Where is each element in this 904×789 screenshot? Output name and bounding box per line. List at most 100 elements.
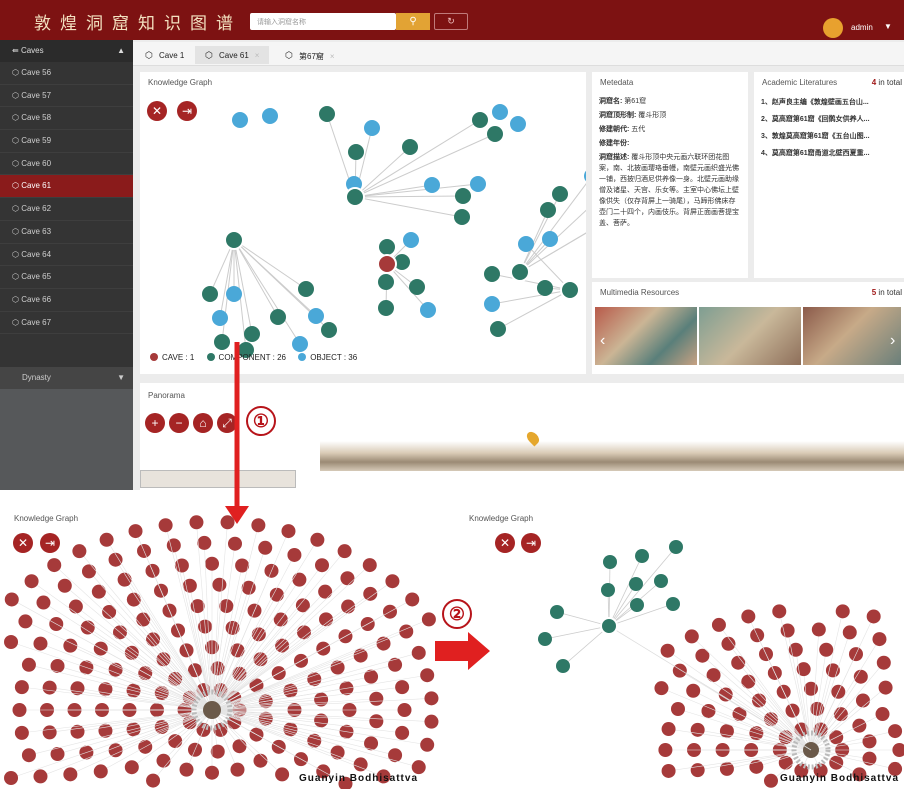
literature-link[interactable]: 1、赵声良主编《敦煌壁画五台山... [754,90,904,107]
graph-node[interactable] [128,524,143,539]
avatar[interactable] [823,18,843,38]
graph-node[interactable] [749,759,764,774]
graph-node[interactable] [455,188,471,204]
graph-node[interactable] [601,583,615,597]
graph-node[interactable] [321,322,337,338]
graph-node[interactable] [378,300,394,316]
graph-node[interactable] [270,309,286,325]
graph-node[interactable] [411,645,426,660]
graph-node[interactable] [33,636,48,651]
graph-node[interactable] [189,515,204,530]
graph-node[interactable] [542,231,558,247]
graph-node[interactable] [91,584,106,599]
graph-node[interactable] [93,764,108,779]
graph-node[interactable] [362,558,377,573]
graph-node[interactable] [420,737,435,752]
graph-node[interactable] [298,281,314,297]
graph-node[interactable] [395,725,410,740]
home-icon[interactable]: ⌂ [193,413,213,433]
graph-node[interactable] [330,745,345,760]
graph-node[interactable] [330,660,345,675]
graph-node[interactable] [14,680,29,695]
graph-node[interactable] [226,286,242,302]
graph-node[interactable] [364,120,380,136]
graph-node[interactable] [258,540,273,555]
sidebar-item-cave[interactable]: ⬡ Cave 64 [0,244,133,267]
search-input[interactable]: 请输入洞窟名称 [250,13,396,30]
graph-node[interactable] [424,177,440,193]
graph-node[interactable] [654,574,668,588]
graph-node[interactable] [379,239,395,255]
graph-node[interactable] [81,564,96,579]
graph-node[interactable] [403,232,419,248]
graph-node[interactable] [117,572,132,587]
graph-node[interactable] [319,106,335,122]
literature-link[interactable]: 3、敦煌莫高窟第61窟《五台山图... [754,124,904,141]
graph-node[interactable] [36,595,51,610]
graph-node[interactable] [385,574,400,589]
graph-node[interactable] [158,518,173,533]
graph-node[interactable] [210,744,225,759]
graph-node[interactable] [518,236,534,252]
graph-node[interactable] [409,279,425,295]
graph-node[interactable] [14,725,29,740]
graph-node[interactable] [281,524,296,539]
graph-node[interactable] [388,657,403,672]
graph-node[interactable] [711,617,726,632]
graph-node[interactable] [63,638,78,653]
sidebar-item-cave[interactable]: ⬡ Cave 58 [0,107,133,131]
center-node[interactable] [203,701,221,719]
panorama-image[interactable] [320,441,904,471]
graph-node[interactable] [292,336,308,352]
graph-node[interactable] [98,723,113,738]
graph-node[interactable] [42,725,57,740]
mural-image[interactable] [803,307,901,365]
mural-image[interactable] [595,307,697,365]
graph-node[interactable] [308,308,324,324]
zoom-out-icon[interactable]: − [169,413,189,433]
literature-link[interactable]: 4、莫高窟第61窟甬道北壁西夏重... [754,141,904,158]
graph-hub-node[interactable] [224,230,244,250]
next-arrow-icon[interactable]: › [890,332,895,350]
graph-node[interactable] [214,334,230,350]
graph-node[interactable] [862,751,877,766]
graph-node[interactable] [470,176,486,192]
graph-node[interactable] [660,643,675,658]
graph-node[interactable] [179,762,194,777]
graph-node[interactable] [878,680,893,695]
graph-node[interactable] [584,168,586,184]
graph-node[interactable] [772,604,787,619]
graph-node[interactable] [741,674,756,689]
graph-node[interactable] [876,655,891,670]
prev-arrow-icon[interactable]: ‹ [600,332,605,350]
graph-node[interactable] [855,693,870,708]
graph-node[interactable] [57,578,72,593]
chevron-up-icon[interactable]: ▲ [117,46,125,55]
graph-node[interactable] [205,556,219,571]
fullscreen-icon[interactable]: ⤢ [217,413,237,433]
graph-node[interactable] [318,584,333,599]
fit-icon[interactable]: ✕ [495,533,515,553]
sidebar-item-cave[interactable]: ⬡ Cave 56 [0,62,133,85]
graph-node[interactable] [4,634,19,649]
graph-node[interactable] [819,642,834,657]
export-icon[interactable]: ⇥ [177,101,197,121]
sidebar-item-cave[interactable]: ⬡ Cave 67 [0,312,133,335]
sidebar-item-cave[interactable]: ⬡ Cave 61 [0,175,133,199]
graph-node[interactable] [424,714,439,729]
graph-node[interactable] [166,538,181,553]
graph-node[interactable] [395,680,410,695]
fit-icon[interactable]: ✕ [13,533,33,553]
graph-node[interactable] [156,753,171,768]
graph-node[interactable] [706,668,721,683]
graph-node[interactable] [202,286,218,302]
graph-node[interactable] [654,681,669,696]
graph-hub-node[interactable] [560,280,580,300]
export-icon[interactable]: ⇥ [521,533,541,553]
graph-node[interactable] [701,703,716,718]
graph-node[interactable] [670,702,685,717]
graph-hub-node[interactable] [510,262,530,282]
graph-node[interactable] [292,572,307,587]
graph-node[interactable] [661,722,676,737]
graph-node[interactable] [378,274,394,290]
